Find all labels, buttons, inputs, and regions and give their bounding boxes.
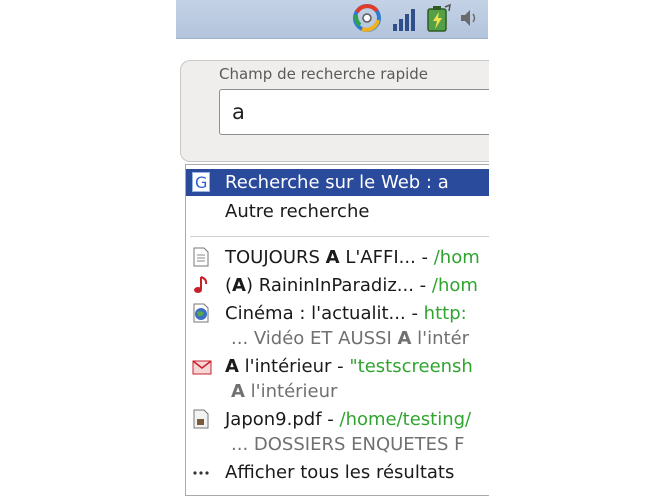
separator — [190, 236, 489, 237]
result-snippet: ... DOSSIERS ENQUETES F — [231, 434, 465, 455]
battery-icon[interactable] — [424, 3, 452, 33]
result-path: /hom — [431, 275, 478, 296]
show-all-label: Afficher tous les résultats — [225, 462, 455, 483]
result-path: /home/testing/ — [339, 409, 472, 430]
volume-icon[interactable] — [458, 3, 480, 33]
ellipsis-icon — [192, 462, 210, 482]
other-search-item[interactable]: Autre recherche — [186, 198, 489, 225]
quick-search-window: Champ de recherche rapide — [180, 60, 489, 162]
beagle-search-icon[interactable] — [350, 3, 384, 33]
result-title: A l'intérieur - "testscreensh — [225, 356, 473, 377]
result-path: "testscreensh — [349, 356, 473, 377]
result-item[interactable]: TOUJOURS A L'AFFI... - /hom — [186, 244, 489, 271]
search-input[interactable] — [219, 89, 489, 135]
show-all-results-item[interactable]: Afficher tous les résultats — [186, 459, 489, 486]
result-title: Cinéma : l'actualit... - http: — [225, 303, 467, 324]
result-item[interactable]: Cinéma : l'actualit... - http: ... Vidéo… — [186, 300, 489, 352]
result-title: Japon9.pdf - /home/testing/ — [225, 409, 472, 430]
result-path: http: — [423, 303, 467, 324]
pdf-icon — [192, 409, 210, 429]
mail-icon — [192, 356, 212, 376]
result-item[interactable]: (A) RaininInParadiz... - /hom — [186, 272, 489, 299]
results-dropdown: G Recherche sur le Web : a Autre recherc… — [185, 164, 489, 496]
google-icon: G — [192, 172, 210, 192]
result-title: TOUJOURS A L'AFFI... - /hom — [225, 247, 480, 268]
other-search-label: Autre recherche — [225, 201, 370, 222]
result-title: (A) RaininInParadiz... - /hom — [225, 275, 478, 296]
web-page-icon — [192, 303, 210, 323]
signal-strength-icon[interactable] — [392, 3, 416, 33]
document-icon — [192, 247, 210, 267]
result-path: /hom — [433, 247, 480, 268]
result-item[interactable]: Japon9.pdf - /home/testing/ ... DOSSIERS… — [186, 406, 489, 458]
web-search-item[interactable]: G Recherche sur le Web : a — [186, 169, 489, 196]
search-field-label: Champ de recherche rapide — [219, 65, 429, 83]
result-snippet: A l'intérieur — [231, 381, 338, 402]
result-snippet: ... Vidéo ET AUSSI A l'intér — [231, 328, 470, 349]
music-note-icon — [192, 275, 210, 295]
web-search-label: Recherche sur le Web : a — [225, 172, 449, 193]
svg-text:G: G — [195, 173, 207, 192]
result-item[interactable]: A l'intérieur - "testscreensh A l'intéri… — [186, 353, 489, 405]
